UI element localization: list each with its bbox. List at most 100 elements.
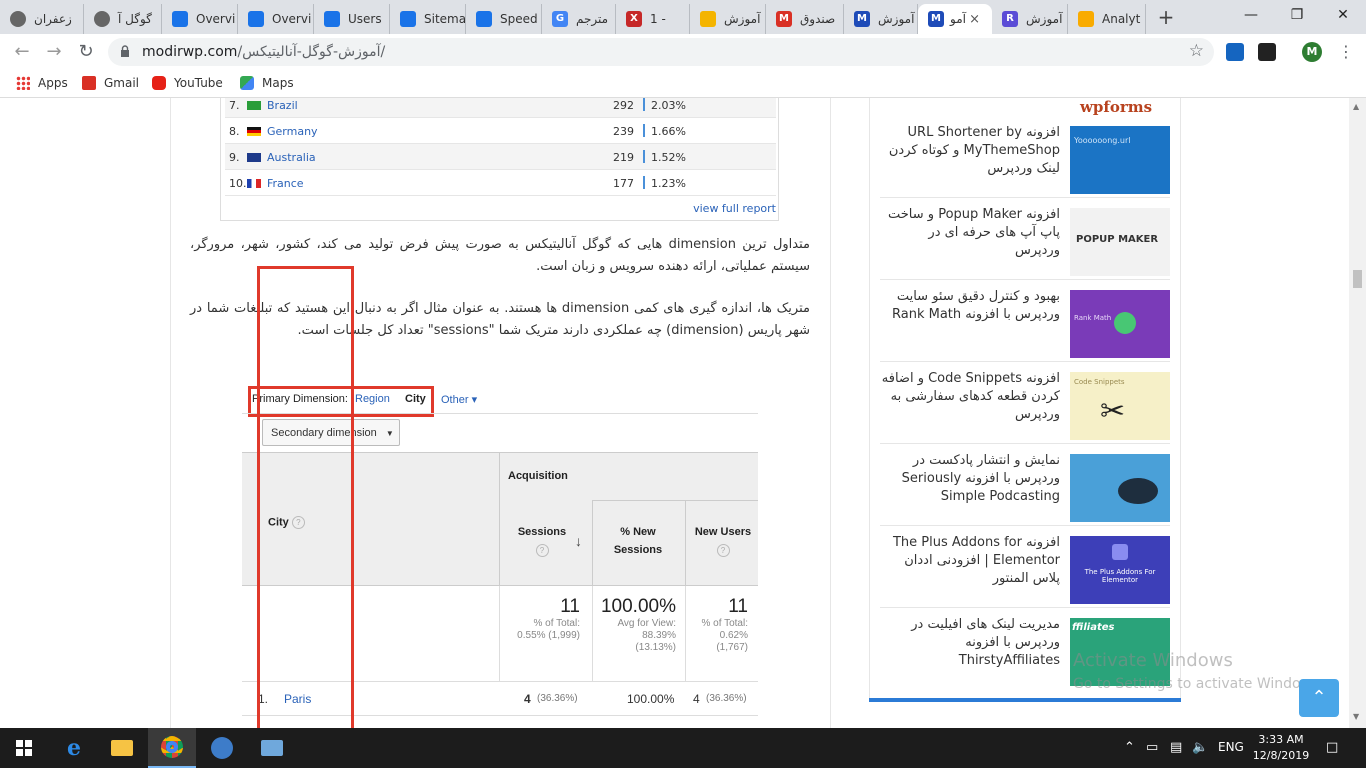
lock-icon xyxy=(121,45,129,57)
bookmark-star-icon[interactable]: ☆ xyxy=(1189,41,1204,61)
minimize-button[interactable]: — xyxy=(1228,0,1274,30)
scrollbar[interactable]: ▲ ▼ xyxy=(1349,98,1366,728)
close-tab-icon[interactable]: × xyxy=(969,12,980,27)
address-bar[interactable]: modirwp.com/آموزش-گوگل-آنالیتیکس/ ☆ xyxy=(108,38,1214,66)
flag-icon xyxy=(247,153,261,162)
restore-button[interactable]: ❐ xyxy=(1274,0,1320,30)
new-tab-button[interactable]: + xyxy=(1155,6,1177,28)
browser-tab[interactable]: G مترجم xyxy=(542,4,616,34)
browser-tab[interactable]: آموزش xyxy=(690,4,766,34)
analytics-icon xyxy=(476,11,492,27)
sidebar-post-title[interactable]: نمایش و انتشار پادکست در وردپرس با افزون… xyxy=(880,452,1060,506)
bar-chart-icon xyxy=(700,11,716,27)
maps-icon xyxy=(240,76,254,90)
windows-taskbar: e ⌃ ▭ ▤ 🔈 ENG 3:33 AM 12/8/2019 □ xyxy=(0,728,1366,768)
post-thumbnail[interactable]: POPUP MAKER xyxy=(1070,208,1170,276)
reload-icon[interactable]: ↻ xyxy=(74,40,98,64)
system-clock[interactable]: 3:33 AM 12/8/2019 xyxy=(1251,732,1311,764)
country-link[interactable]: Germany xyxy=(267,125,318,138)
file-explorer-icon[interactable] xyxy=(98,728,146,768)
sidebar-post[interactable]: نمایش و انتشار پادکست در وردپرس با افزون… xyxy=(880,450,1170,526)
browser-tab-active[interactable]: M آمو × xyxy=(918,4,992,34)
bookmark-youtube[interactable]: YouTube xyxy=(152,76,223,90)
post-thumbnail[interactable]: The Plus Addons For Elementor xyxy=(1070,536,1170,604)
sidebar-post[interactable]: بهبود و کنترل دقیق سئو سایت وردپرس با اف… xyxy=(880,286,1170,362)
browser-tab[interactable]: زعفران xyxy=(0,4,84,34)
network-app-icon[interactable] xyxy=(248,728,296,768)
sidebar-post[interactable]: افزونه URL Shortener by MyThemeShop و کو… xyxy=(880,122,1170,198)
volume-icon[interactable]: 🔈 xyxy=(1192,740,1208,755)
sidebar-post-title[interactable]: افزونه Popup Maker و ساخت پاپ آپ های حرف… xyxy=(880,206,1060,260)
sidebar-post[interactable]: افزونه The Plus Addons for Elementor | ا… xyxy=(880,532,1170,608)
browser-tab[interactable]: Speed xyxy=(466,4,542,34)
profile-avatar[interactable]: M xyxy=(1302,42,1322,62)
post-thumbnail[interactable] xyxy=(1070,454,1170,522)
translate-icon: G xyxy=(552,11,568,27)
site-logo-icon: M xyxy=(854,11,870,27)
sidebar-post-title[interactable]: مدیریت لینک های افیلیت در وردپرس با افزو… xyxy=(880,616,1060,670)
country-link[interactable]: France xyxy=(267,177,304,190)
column-header-new-sessions[interactable]: % New Sessions xyxy=(594,523,682,559)
sidebar-post-title[interactable]: بهبود و کنترل دقیق سئو سایت وردپرس با اف… xyxy=(880,288,1060,324)
sidebar-post-title[interactable]: افزونه Code Snippets و اضافه کردن قطعه ک… xyxy=(880,370,1060,424)
extension-icon[interactable] xyxy=(1258,43,1276,61)
plus-addons-logo xyxy=(1112,544,1128,560)
browser-tab[interactable]: M آموزش xyxy=(844,4,918,34)
browser-tab[interactable]: R آموزش xyxy=(992,4,1068,34)
divider xyxy=(685,586,686,682)
browser-tab[interactable]: Overvi xyxy=(238,4,314,34)
country-link[interactable]: Brazil xyxy=(267,99,298,112)
chevron-up-icon[interactable]: ⌃ xyxy=(1124,740,1135,755)
menu-kebab-icon[interactable]: ⋮ xyxy=(1338,42,1354,61)
percent-bar xyxy=(643,176,645,189)
post-thumbnail[interactable]: Yoooooong.url xyxy=(1070,126,1170,194)
extension-icon[interactable] xyxy=(1226,43,1244,61)
bookmark-gmail[interactable]: Gmail xyxy=(82,76,139,90)
close-window-button[interactable]: ✕ xyxy=(1320,0,1366,30)
sidebar-post-title[interactable]: افزونه The Plus Addons for Elementor | ا… xyxy=(880,534,1060,588)
tab-strip: زعفران گوگل آ Overvi Overvi Users Sitema… xyxy=(0,0,1366,34)
bookmark-maps[interactable]: Maps xyxy=(240,76,294,90)
bookmark-apps[interactable]: Apps xyxy=(16,76,68,90)
post-thumbnail[interactable]: Rank Math xyxy=(1070,290,1170,358)
sidebar-post[interactable]: افزونه Code Snippets و اضافه کردن قطعه ک… xyxy=(880,368,1170,444)
activate-windows-watermark: Go to Settings to activate Windows. xyxy=(1073,676,1324,692)
highlight-box xyxy=(257,266,354,728)
edge-icon[interactable]: e xyxy=(50,728,98,768)
network-icon[interactable]: ▤ xyxy=(1170,740,1182,755)
analytics-icon xyxy=(400,11,416,27)
scroll-up-icon[interactable]: ▲ xyxy=(1353,102,1359,111)
divider xyxy=(499,586,500,682)
notification-icon[interactable]: □ xyxy=(1326,740,1338,755)
scroll-to-top-button[interactable]: ⌃ xyxy=(1299,679,1339,717)
help-icon: ? xyxy=(535,543,549,557)
url-text: modirwp.com/آموزش-گوگل-آنالیتیکس/ xyxy=(142,44,385,60)
browser-tab[interactable]: Analyt xyxy=(1068,4,1146,34)
language-indicator[interactable]: ENG xyxy=(1218,740,1244,754)
browser-tab[interactable]: Sitema xyxy=(390,4,466,34)
back-arrow-icon[interactable]: ← xyxy=(10,40,34,64)
chrome-icon[interactable] xyxy=(148,728,196,768)
view-full-report-link[interactable]: view full report xyxy=(693,202,776,215)
other-dropdown[interactable]: Other ▾ xyxy=(441,393,477,406)
scroll-down-icon[interactable]: ▼ xyxy=(1353,712,1359,721)
start-button[interactable] xyxy=(0,728,48,768)
sidebar-post-title[interactable]: افزونه URL Shortener by MyThemeShop و کو… xyxy=(880,124,1060,178)
battery-icon[interactable]: ▭ xyxy=(1146,740,1158,755)
scrollbar-thumb[interactable] xyxy=(1353,270,1362,288)
sidebar-post[interactable]: افزونه Popup Maker و ساخت پاپ آپ های حرف… xyxy=(880,204,1170,280)
browser-tab[interactable]: X 1 - xyxy=(616,4,690,34)
column-header-new-users[interactable]: New Users ? xyxy=(688,523,758,559)
browser-tab[interactable]: Overvi xyxy=(162,4,238,34)
column-header-sessions[interactable]: Sessions ? xyxy=(512,523,572,559)
city-option[interactable]: City xyxy=(405,393,426,405)
browser-tab[interactable]: Users xyxy=(314,4,390,34)
browser-tab[interactable]: M صندوق xyxy=(766,4,844,34)
forward-arrow-icon[interactable]: → xyxy=(42,40,66,64)
post-thumbnail[interactable]: Code Snippets ✂ xyxy=(1070,372,1170,440)
country-link[interactable]: Australia xyxy=(267,151,316,164)
media-player-icon[interactable] xyxy=(198,728,246,768)
region-link[interactable]: Region xyxy=(355,393,390,405)
browser-tab[interactable]: گوگل آ xyxy=(84,4,162,34)
sort-arrow-icon[interactable]: ↓ xyxy=(575,533,582,549)
